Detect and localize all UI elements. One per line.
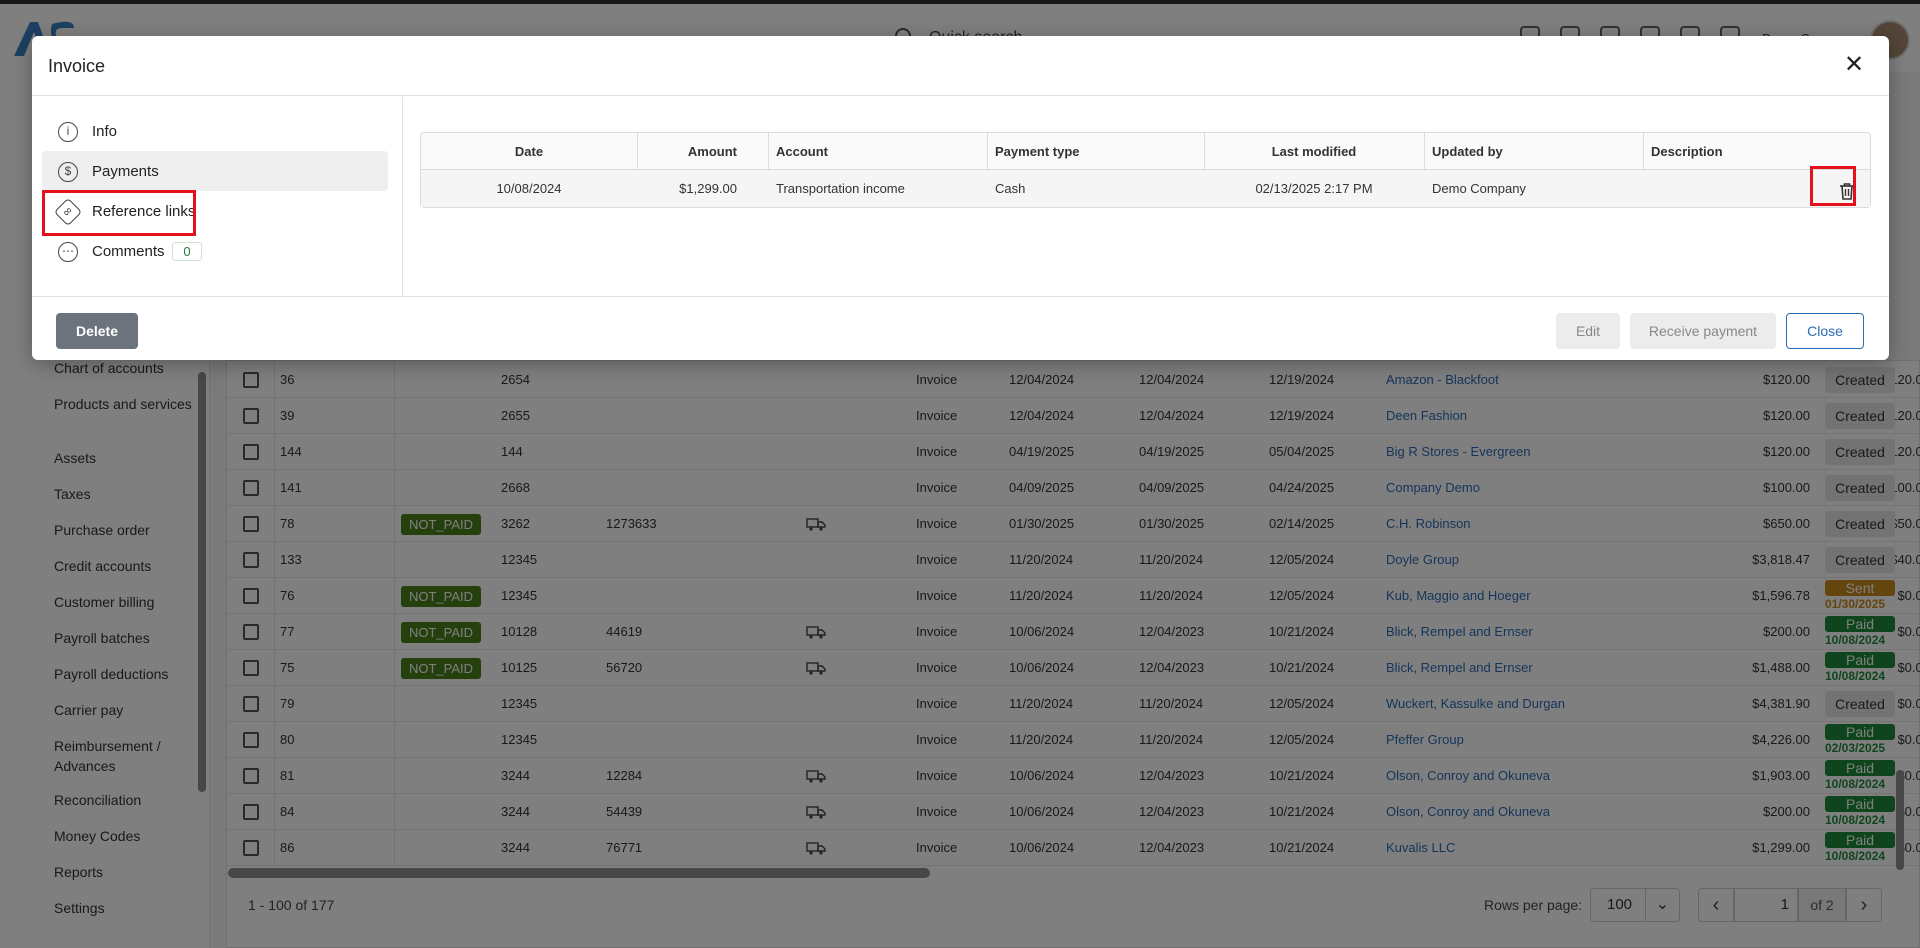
payment-last-modified: 02/13/2025 2:17 PM [1255, 181, 1373, 196]
link-icon: ∞ [53, 197, 83, 227]
col-date[interactable]: Date [421, 133, 637, 170]
tab-info-label: Info [92, 123, 118, 140]
edit-button[interactable]: Edit [1556, 313, 1620, 349]
comments-count-badge: 0 [172, 242, 202, 261]
comment-icon: ⋯ [58, 242, 78, 262]
tab-comments-label: Comments [92, 243, 165, 260]
table-row[interactable]: 10/08/2024 $1,299.00 Transportation inco… [421, 170, 1870, 207]
receive-payment-button[interactable]: Receive payment [1630, 313, 1776, 349]
close-icon[interactable]: ✕ [1841, 52, 1867, 78]
tab-payments[interactable]: $ Payments [42, 151, 388, 191]
payments-table: Date Amount Account Payment type Last mo… [420, 132, 1871, 208]
col-amount[interactable]: Amount [637, 133, 737, 170]
col-updated-by[interactable]: Updated by [1432, 133, 1503, 170]
payment-type: Cash [995, 181, 1026, 196]
modal-header: Invoice ✕ [32, 36, 1889, 96]
payment-date: 10/08/2024 [496, 181, 562, 196]
payment-amount: $1,299.00 [679, 181, 737, 196]
invoice-modal: Invoice ✕ i Info $ Payments ∞ Reference … [32, 36, 1889, 360]
tab-reference-links-label: Reference links [92, 203, 196, 220]
col-last-modified[interactable]: Last modified [1204, 133, 1424, 170]
col-description[interactable]: Description [1651, 133, 1723, 170]
trash-icon[interactable] [1837, 181, 1857, 201]
payment-account: Transportation income [776, 181, 905, 196]
dollar-icon: $ [58, 162, 78, 182]
tab-comments[interactable]: ⋯ Comments 0 [42, 231, 388, 271]
tab-info[interactable]: i Info [42, 111, 388, 151]
tab-reference-links[interactable]: ∞ Reference links [42, 191, 388, 231]
payments-table-header: Date Amount Account Payment type Last mo… [421, 133, 1870, 170]
modal-nav: i Info $ Payments ∞ Reference links ⋯ Co… [32, 97, 403, 296]
col-payment-type[interactable]: Payment type [995, 133, 1080, 170]
modal-title: Invoice [48, 56, 106, 76]
info-icon: i [58, 122, 78, 142]
close-button[interactable]: Close [1786, 313, 1864, 349]
col-account[interactable]: Account [776, 133, 828, 170]
modal-footer: Delete Edit Receive payment Close [32, 296, 1889, 360]
payment-updated-by: Demo Company [1432, 181, 1526, 196]
tab-payments-label: Payments [92, 163, 159, 180]
delete-button[interactable]: Delete [56, 313, 138, 349]
